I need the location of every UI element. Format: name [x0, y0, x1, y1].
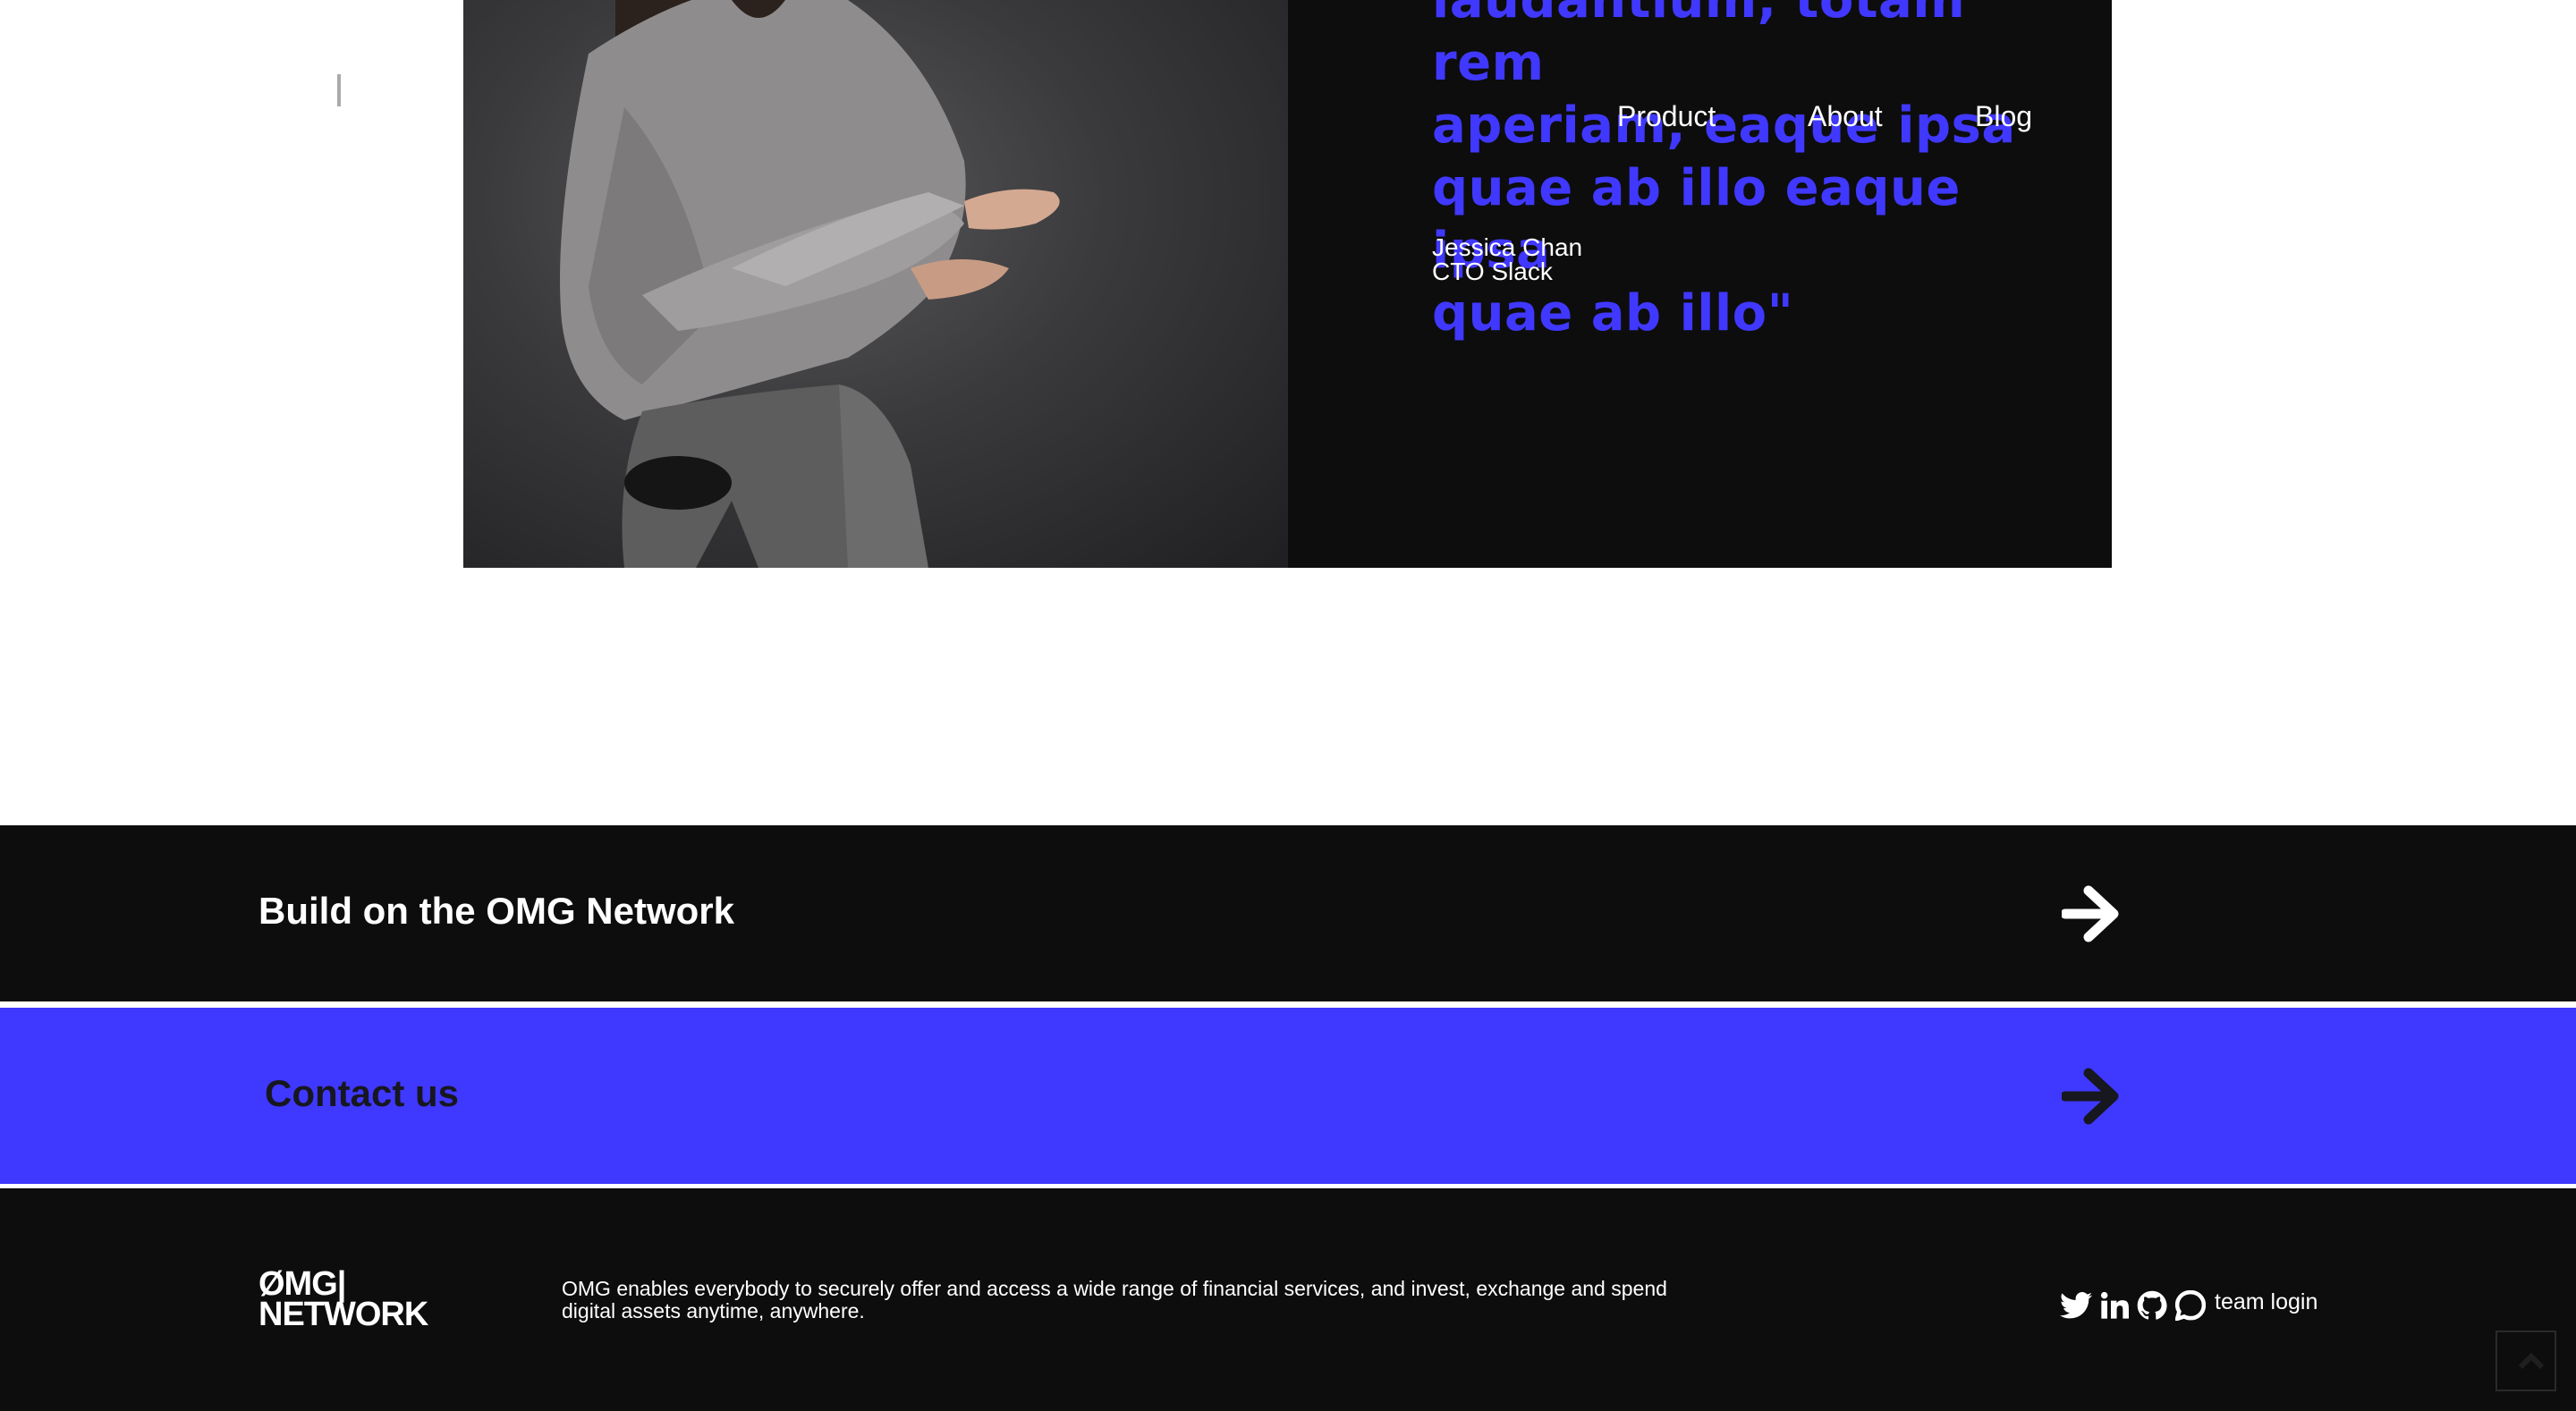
testimonial-photo — [463, 0, 1288, 568]
divider — [0, 1001, 2576, 1008]
quote-line: laudantium, totam rem — [1432, 0, 1966, 92]
testimonial-quote: laudantium, totam rem aperiam, eaque ips… — [1432, 0, 2076, 345]
contact-cta[interactable]: Contact us — [0, 1008, 2576, 1184]
scroll-indicator — [337, 74, 341, 106]
build-cta-label: Build on the OMG Network — [258, 890, 734, 932]
footer-description: OMG enables everybody to securely offer … — [562, 1277, 1667, 1322]
chat-icon[interactable] — [2175, 1289, 2206, 1322]
site-footer: ØMG| NETWORK OMG enables everybody to se… — [0, 1188, 2576, 1411]
person-portrait-illustration — [560, 0, 1060, 568]
linkedin-icon[interactable] — [2100, 1289, 2129, 1322]
chevron-up-icon — [2518, 1352, 2545, 1370]
testimonial-panel: laudantium, totam rem aperiam, eaque ips… — [1288, 0, 2112, 568]
author-name: Jessica Chan — [1432, 233, 1583, 261]
logo-line: NETWORK — [258, 1296, 428, 1333]
arrow-right-icon — [2062, 885, 2119, 942]
logo-line: ØMG| — [258, 1265, 346, 1303]
team-login-link[interactable]: team login — [2215, 1289, 2318, 1315]
contact-cta-label: Contact us — [265, 1072, 460, 1114]
github-icon[interactable] — [2137, 1289, 2167, 1322]
back-to-top-button[interactable] — [2496, 1331, 2556, 1391]
testimonial-author: Jessica Chan CTO Slack — [1432, 233, 1583, 285]
build-cta[interactable]: Build on the OMG Network — [0, 825, 2576, 1001]
quote-line: quae ab illo" — [1432, 284, 1794, 342]
nav-blog-link[interactable]: Blog — [1975, 100, 2032, 133]
omg-network-logo[interactable]: ØMG| NETWORK — [258, 1265, 428, 1333]
twitter-icon[interactable] — [2060, 1289, 2092, 1322]
nav-about-link[interactable]: About — [1808, 100, 1883, 133]
author-title: CTO Slack — [1432, 258, 1553, 285]
nav-product-link[interactable]: Product — [1617, 100, 1716, 133]
arrow-right-icon — [2062, 1068, 2119, 1125]
